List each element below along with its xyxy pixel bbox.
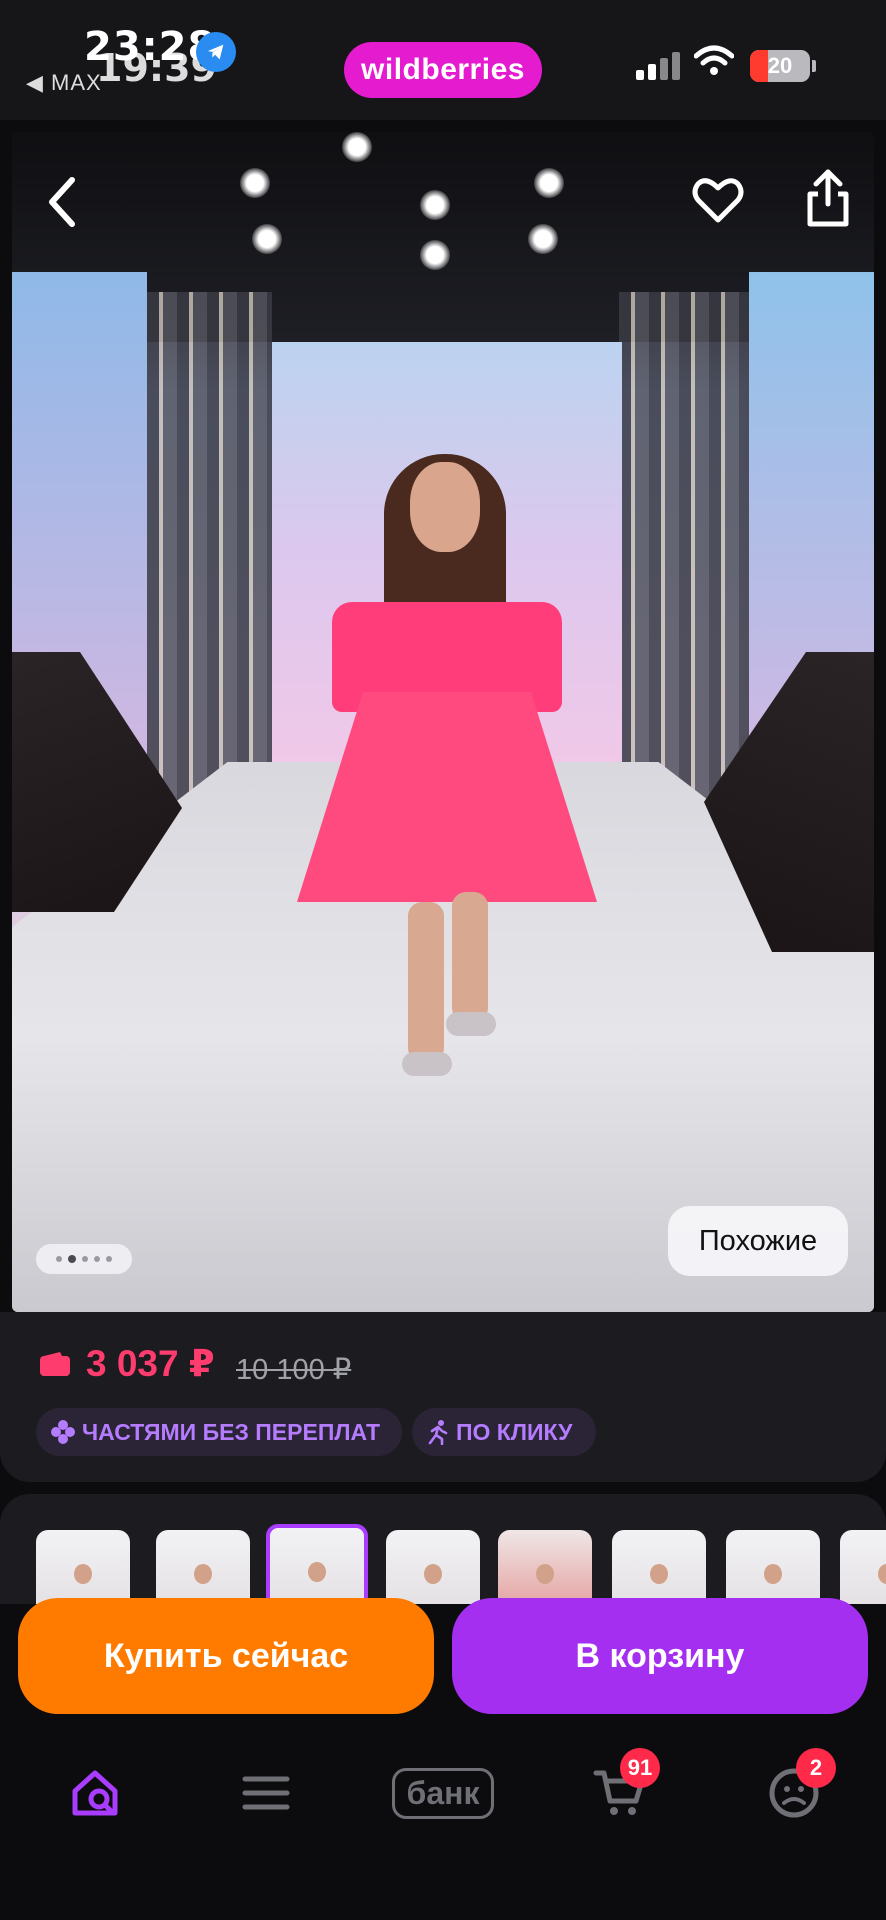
share-icon[interactable] [804, 168, 852, 228]
stage-light [342, 132, 372, 162]
one-click-label: ПО КЛИКУ [456, 1418, 573, 1445]
pagination-dot [82, 1256, 88, 1262]
variant-thumbnail[interactable] [498, 1530, 592, 1604]
back-to-app-link[interactable]: ◀ MAX [26, 70, 102, 96]
buy-now-button[interactable]: Купить сейчас [18, 1598, 434, 1714]
variant-thumbnail[interactable] [840, 1530, 886, 1604]
cart-count-badge: 91 [620, 1748, 660, 1788]
pagination-dot [56, 1256, 62, 1262]
clover-icon [51, 1420, 75, 1444]
pagination-dot-active [68, 1255, 76, 1263]
installments-badge[interactable]: ЧАСТЯМИ БЕЗ ПЕРЕПЛАТ [36, 1408, 402, 1456]
bank-tab[interactable]: банк [384, 1758, 502, 1828]
variants-strip [0, 1494, 886, 1604]
variant-thumbnail[interactable] [36, 1530, 130, 1604]
status-bar: 23:28 19:39 ◀ MAX wildberries 20 [0, 0, 886, 120]
one-click-badge[interactable]: ПО КЛИКУ [412, 1408, 596, 1456]
model-shoe [402, 1052, 452, 1076]
home-search-icon[interactable] [60, 1758, 130, 1828]
price-card: 3 037 ₽ 10 100 ₽ ЧАСТЯМИ БЕЗ ПЕРЕПЛАТ ПО… [0, 1312, 886, 1482]
battery-indicator: 20 [750, 50, 810, 82]
profile-count-badge: 2 [796, 1748, 836, 1788]
add-to-cart-button[interactable]: В корзину [452, 1598, 868, 1714]
model-leg [408, 902, 444, 1062]
menu-icon[interactable] [234, 1758, 298, 1828]
bank-label: банк [391, 1767, 495, 1819]
variant-thumbnail-selected[interactable] [266, 1524, 368, 1604]
wifi-icon [693, 44, 735, 83]
stage-light [420, 240, 450, 270]
cellular-signal-icon [636, 50, 680, 80]
stage-light [252, 224, 282, 254]
model-face [410, 462, 480, 552]
wallet-icon [40, 1352, 70, 1376]
product-photo[interactable] [12, 132, 874, 1312]
variant-thumbnail[interactable] [386, 1530, 480, 1604]
stage-light [420, 190, 450, 220]
pagination-dot [106, 1256, 112, 1262]
heart-icon[interactable] [690, 172, 746, 228]
stage-light [528, 224, 558, 254]
similar-button[interactable]: Похожие [668, 1206, 848, 1276]
runner-icon [428, 1420, 448, 1445]
current-price: 3 037 ₽ [86, 1343, 215, 1384]
telegram-icon [196, 32, 236, 72]
gallery-pagination [36, 1244, 132, 1274]
battery-tip [812, 60, 816, 72]
battery-percent: 20 [767, 53, 793, 78]
brand-logo[interactable]: wildberries [344, 42, 542, 98]
stage-light [240, 168, 270, 198]
variant-thumbnail[interactable] [612, 1530, 706, 1604]
variant-thumbnail[interactable] [156, 1530, 250, 1604]
model-leg [452, 892, 488, 1022]
installments-label: ЧАСТЯМИ БЕЗ ПЕРЕПЛАТ [82, 1418, 381, 1445]
old-price: 10 100 ₽ [236, 1354, 352, 1386]
model-shoe [446, 1012, 496, 1036]
bottom-navigation: банк 91 2 [0, 1728, 886, 1920]
stage-light [534, 168, 564, 198]
back-icon[interactable] [40, 172, 84, 232]
variant-thumbnail[interactable] [726, 1530, 820, 1604]
pagination-dot [94, 1256, 100, 1262]
